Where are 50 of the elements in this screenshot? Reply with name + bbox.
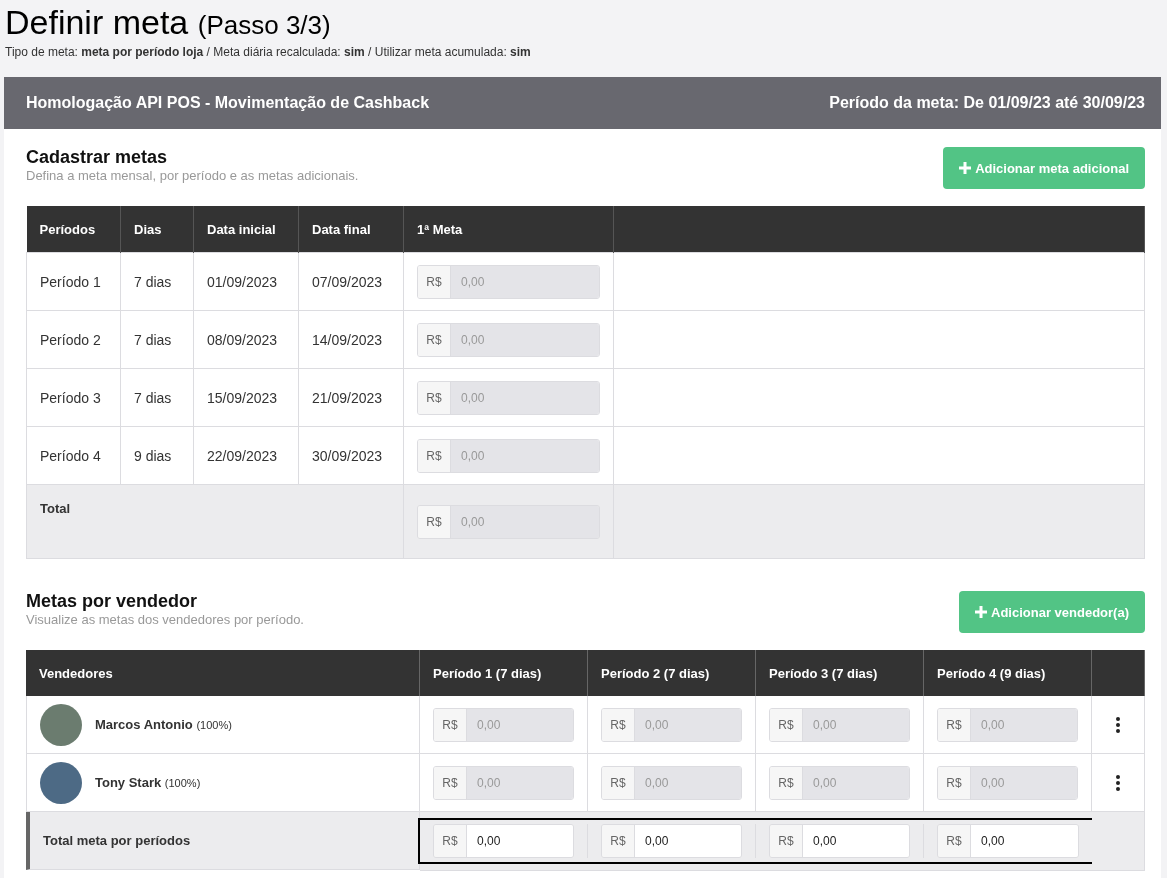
column-header: Data final <box>298 206 404 253</box>
step-indicator: (Passo 3/3) <box>197 10 331 40</box>
currency-field[interactable]: R$ 0,00 <box>937 824 1079 858</box>
section-subtitle: Visualize as metas dos vendedores por período. <box>26 612 304 627</box>
plus-icon <box>959 162 972 174</box>
column-header: Vendedores <box>26 650 420 696</box>
currency-field[interactable]: R$ 0,00 <box>601 824 742 858</box>
table-cell: 30/09/2023 <box>298 426 404 485</box>
more-options-icon[interactable] <box>1116 716 1120 733</box>
header-cell <box>1092 650 1145 696</box>
seller-name: Marcos Antonio (100%) <box>95 717 232 732</box>
table-cell: 7 dias <box>120 368 194 427</box>
column-header: Períodos <box>26 206 121 253</box>
column-header: Período 2 (7 dias) <box>588 650 756 696</box>
column-header: Data inicial <box>193 206 299 253</box>
table-cell: 7 dias <box>120 252 194 311</box>
table-cell: Período 2 <box>26 310 121 369</box>
section-subtitle: Defina a meta mensal, por período e as metas adicionais. <box>26 168 359 183</box>
column-header: Período 1 (7 dias) <box>420 650 588 696</box>
total-label: Total meta por períodos <box>26 812 420 870</box>
campaign-name: Homologação API POS - Movimentação de Cashback <box>26 94 430 112</box>
seller-name: Tony Stark (100%) <box>95 775 201 790</box>
table-cell: 22/09/2023 <box>193 426 299 485</box>
table-cell: 7 dias <box>120 310 194 369</box>
avatar-placeholder <box>40 761 82 804</box>
table-cell: 07/09/2023 <box>298 252 404 311</box>
table-cell: 01/09/2023 <box>193 252 299 311</box>
table-cell: Período 1 <box>26 252 121 311</box>
table-cell: 15/09/2023 <box>193 368 299 427</box>
page-title: Definir meta <box>5 3 189 41</box>
table-cell: 08/09/2023 <box>193 310 299 369</box>
more-options-icon[interactable] <box>1116 774 1120 791</box>
table-cell: 14/09/2023 <box>298 310 404 369</box>
column-header: 1ª Meta <box>403 206 614 253</box>
table-cell: 9 dias <box>120 426 194 485</box>
table-cell: Período 4 <box>26 426 121 485</box>
currency-field[interactable]: R$ 0,00 <box>433 824 574 858</box>
currency-field[interactable]: R$ 0,00 <box>769 824 910 858</box>
goal-period: Período da meta: De 01/09/23 até 30/09/23 <box>829 94 1145 112</box>
column-header: Período 4 (9 dias) <box>924 650 1092 696</box>
table-cell: 21/09/2023 <box>298 368 404 427</box>
section-title: Metas por vendedor <box>26 591 199 612</box>
column-header: Dias <box>120 206 194 253</box>
section-title: Cadastrar metas <box>26 147 169 168</box>
plus-icon <box>975 606 988 618</box>
goal-summary: Tipo de meta: meta por período loja / Meta diária recalculada: sim / Utilizar meta acumulada: sim <box>5 45 532 59</box>
total-label: Total <box>26 484 404 559</box>
column-header: Período 3 (7 dias) <box>756 650 924 696</box>
table-cell: Período 3 <box>26 368 121 427</box>
avatar-placeholder <box>40 703 82 746</box>
